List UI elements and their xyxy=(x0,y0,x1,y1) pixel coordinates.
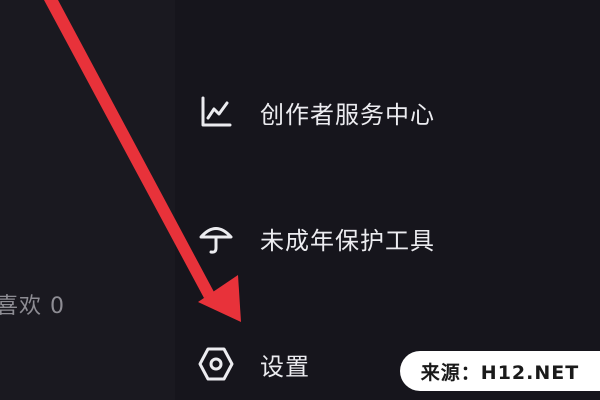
menu-item-label: 未成年保护工具 xyxy=(260,226,435,255)
profile-panel: 喜欢 0 xyxy=(0,0,175,400)
side-drawer-menu xyxy=(175,0,600,400)
menu-item-minor-protection-tools[interactable]: 未成年保护工具 xyxy=(198,216,498,260)
menu-item-label: 设置 xyxy=(260,352,310,381)
hexagon-settings-icon xyxy=(198,346,234,382)
umbrella-icon xyxy=(198,220,234,256)
partially-visible-menu-item xyxy=(200,0,340,4)
chart-line-icon xyxy=(198,94,234,130)
menu-item-creator-service-center[interactable]: 创作者服务中心 xyxy=(198,90,498,134)
likes-count-label[interactable]: 喜欢 0 xyxy=(0,288,65,320)
menu-item-label: 创作者服务中心 xyxy=(260,100,435,129)
source-watermark: 来源：H12.NET xyxy=(400,351,600,391)
